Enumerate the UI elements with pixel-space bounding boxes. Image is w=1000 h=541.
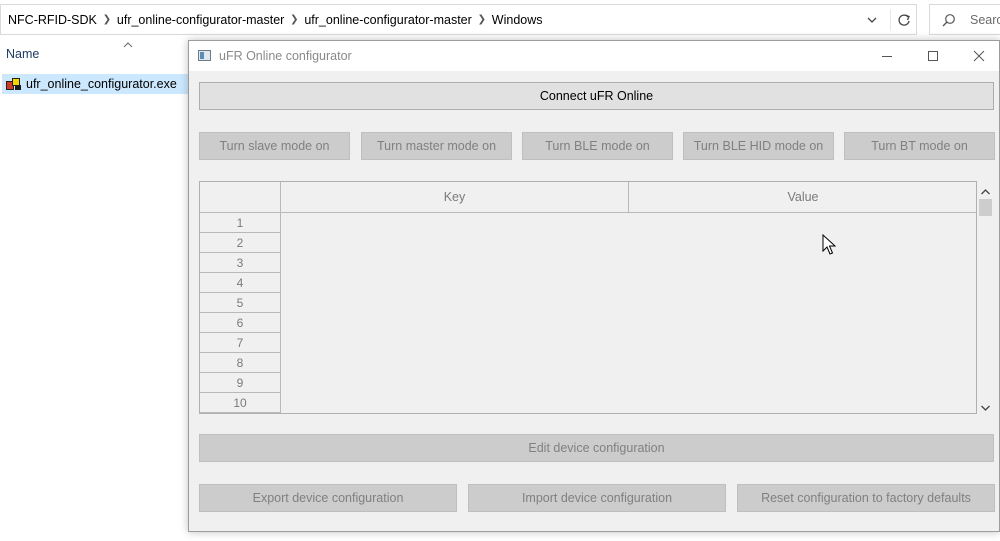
- mouse-cursor-icon: [822, 233, 837, 256]
- maximize-button[interactable]: [910, 41, 956, 71]
- breadcrumb-item[interactable]: Windows: [490, 13, 545, 27]
- column-header-value[interactable]: Value: [629, 182, 976, 213]
- bt-mode-button[interactable]: Turn BT mode on: [844, 132, 995, 160]
- address-bar[interactable]: NFC-RFID-SDK ❯ ufr_online-configurator-m…: [0, 4, 917, 35]
- column-header-name[interactable]: Name: [6, 47, 39, 61]
- vertical-scrollbar[interactable]: [977, 181, 994, 414]
- file-list-item[interactable]: ufr_online_configurator.exe: [2, 74, 190, 94]
- refresh-icon[interactable]: [890, 9, 917, 31]
- master-mode-button[interactable]: Turn master mode on: [361, 132, 512, 160]
- row-header[interactable]: 6: [200, 313, 281, 333]
- title-bar[interactable]: uFR Online configurator: [189, 41, 999, 71]
- ble-hid-mode-button[interactable]: Turn BLE HID mode on: [683, 132, 834, 160]
- search-icon: [942, 13, 956, 27]
- breadcrumb: NFC-RFID-SDK ❯ ufr_online-configurator-m…: [6, 5, 545, 34]
- file-name: ufr_online_configurator.exe: [26, 77, 177, 91]
- scroll-thumb[interactable]: [979, 199, 992, 216]
- row-header[interactable]: 8: [200, 353, 281, 373]
- window-title: uFR Online configurator: [219, 49, 352, 63]
- config-table[interactable]: Key Value 1 2 3 4 5 6 7 8 9 10: [199, 181, 977, 414]
- scroll-down-icon[interactable]: [980, 401, 991, 411]
- close-button[interactable]: [956, 41, 1000, 71]
- row-header[interactable]: 5: [200, 293, 281, 313]
- search-input[interactable]: Search: [929, 4, 1000, 35]
- app-window: uFR Online configurator Connect uFR Onli…: [188, 40, 1000, 532]
- breadcrumb-chevron-icon[interactable]: ❯: [99, 14, 115, 25]
- maximize-icon: [928, 51, 938, 61]
- chevron-down-icon[interactable]: [862, 11, 882, 29]
- row-header[interactable]: 10: [200, 393, 281, 413]
- edit-configuration-button[interactable]: Edit device configuration: [199, 434, 994, 462]
- import-configuration-button[interactable]: Import device configuration: [468, 484, 726, 512]
- scroll-up-icon[interactable]: [980, 185, 991, 195]
- close-icon: [973, 50, 985, 62]
- row-header[interactable]: 9: [200, 373, 281, 393]
- minimize-icon: [882, 56, 892, 57]
- breadcrumb-chevron-icon[interactable]: ❯: [286, 14, 302, 25]
- row-header[interactable]: 1: [200, 213, 281, 233]
- row-header[interactable]: 3: [200, 253, 281, 273]
- breadcrumb-item[interactable]: ufr_online-configurator-master: [115, 13, 286, 27]
- breadcrumb-chevron-icon[interactable]: ❯: [474, 14, 490, 25]
- ble-mode-button[interactable]: Turn BLE mode on: [522, 132, 673, 160]
- row-header[interactable]: 4: [200, 273, 281, 293]
- minimize-button[interactable]: [864, 41, 910, 71]
- reset-factory-defaults-button[interactable]: Reset configuration to factory defaults: [737, 484, 995, 512]
- exe-icon: [6, 77, 22, 91]
- row-header[interactable]: 7: [200, 333, 281, 353]
- breadcrumb-item[interactable]: NFC-RFID-SDK: [6, 13, 99, 27]
- app-icon: [198, 50, 211, 61]
- connect-button[interactable]: Connect uFR Online: [199, 82, 994, 110]
- row-header[interactable]: 2: [200, 233, 281, 253]
- export-configuration-button[interactable]: Export device configuration: [199, 484, 457, 512]
- breadcrumb-item[interactable]: ufr_online-configurator-master: [302, 13, 473, 27]
- search-placeholder: Search: [970, 13, 1000, 27]
- table-corner[interactable]: [200, 182, 281, 213]
- slave-mode-button[interactable]: Turn slave mode on: [199, 132, 350, 160]
- column-header-key[interactable]: Key: [281, 182, 629, 213]
- sort-up-icon: [122, 38, 134, 48]
